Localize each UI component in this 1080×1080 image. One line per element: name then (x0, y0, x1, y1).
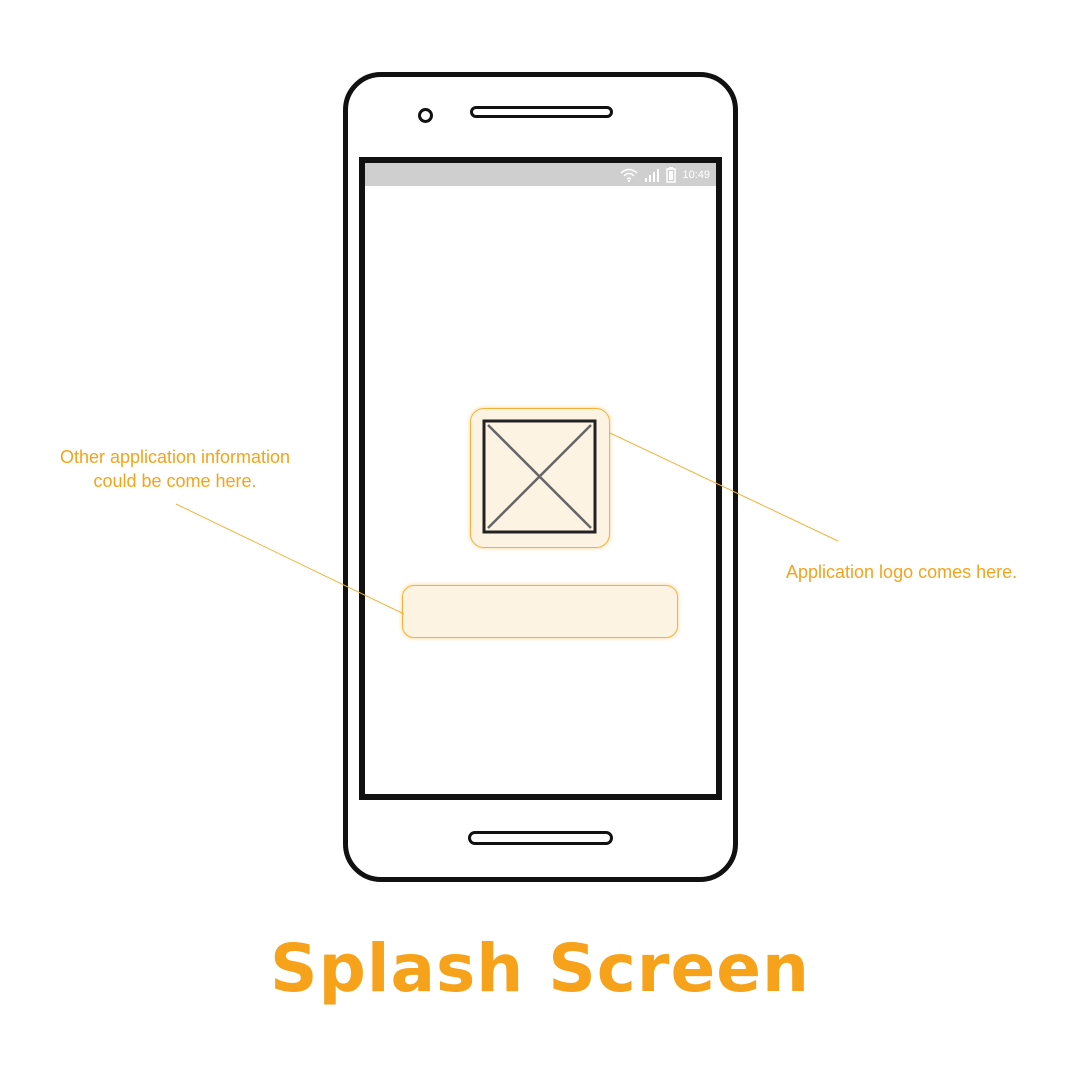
info-annotation-line2: could be come here. (93, 471, 257, 491)
image-placeholder-icon (482, 419, 597, 534)
info-annotation-line1: Other application information (59, 447, 291, 467)
logo-annotation: Application logo comes here. (786, 562, 1018, 582)
status-time: 10:49 (682, 168, 710, 181)
battery-icon (666, 166, 677, 183)
front-camera (418, 108, 433, 123)
speaker-grille (470, 106, 613, 118)
app-info-placeholder (402, 585, 678, 638)
status-bar: 10:49 (365, 163, 716, 186)
signal-icon (644, 168, 660, 182)
home-button[interactable] (468, 831, 613, 845)
wifi-icon (620, 168, 638, 182)
page-title: Splash Screen (270, 930, 810, 1007)
info-annotation: Other application information could be c… (30, 445, 320, 493)
